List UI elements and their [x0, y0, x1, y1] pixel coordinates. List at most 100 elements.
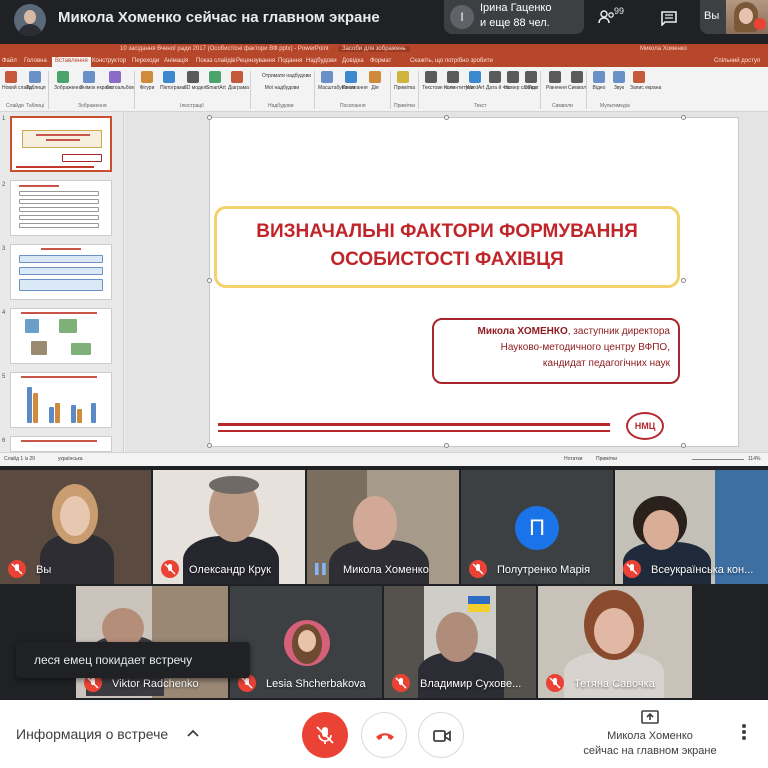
ribbon-slide-number[interactable]: Номер слайда [504, 71, 537, 93]
tab-slideshow[interactable]: Показ слайдів [196, 58, 235, 64]
participant-tile[interactable]: Всеукраїнська кон... [615, 470, 768, 584]
ribbon-3d-models[interactable]: 3D моделі [184, 71, 207, 93]
tab-file[interactable]: Файл [2, 58, 17, 64]
comments-button[interactable]: Примітки [596, 456, 617, 462]
ribbon-label: Колонтитули [444, 85, 474, 91]
ribbon-label: Дія [371, 85, 379, 91]
leave-call-button[interactable] [361, 712, 407, 758]
slide-author-box[interactable]: Микола ХОМЕНКО, заступник директора Наук… [432, 318, 680, 384]
self-preview-label: Вы [704, 10, 720, 22]
participant-tile[interactable]: Вы [0, 470, 151, 584]
presentation-status[interactable]: Микола Хоменко сейчас на главном экране [574, 710, 726, 760]
ribbon-object[interactable]: Об'єкт [522, 71, 540, 93]
ribbon-group-label: Надбудови [268, 103, 294, 109]
slide-thumbnail[interactable] [10, 180, 112, 236]
chat-button[interactable] [650, 4, 686, 32]
ppt-ribbon: Новий слайд Таблиця Зображення Знімок ек… [0, 67, 768, 112]
ribbon-group-label: Ілюстрації [180, 103, 204, 109]
ribbon-audio[interactable]: Звук [610, 71, 628, 93]
ribbon-table[interactable]: Таблиця [26, 71, 46, 93]
meeting-info-button[interactable]: Информация о встрече [16, 726, 168, 742]
ribbon-action[interactable]: Дія [366, 71, 384, 93]
ribbon-wordart[interactable]: WordArt [466, 71, 484, 93]
tab-review[interactable]: Рецензування [236, 58, 275, 64]
ribbon-pictures[interactable]: Зображення [54, 71, 83, 93]
people-count: 99 [614, 6, 625, 16]
ribbon-my-addins[interactable]: Мої надбудови [262, 83, 302, 105]
thumb-number: 4 [2, 310, 6, 316]
ribbon-label: Зображення [54, 85, 83, 91]
slide-thumbnail[interactable] [10, 244, 112, 300]
ribbon-label: Символ [568, 85, 587, 91]
cube-icon [187, 71, 199, 83]
tab-animations[interactable]: Анімація [164, 58, 188, 64]
camera-toggle-button[interactable] [418, 712, 464, 758]
ribbon-photo-album[interactable]: Фотоальбом [106, 71, 135, 93]
slide-thumbnail[interactable] [10, 116, 112, 172]
pi-icon [549, 71, 561, 83]
author-line2: Науково-методичного центру ВФПО, [500, 342, 670, 353]
slide-title-box[interactable]: ВИЗНАЧАЛЬНІ ФАКТОРИ ФОРМУВАННЯ ОСОБИСТОС… [214, 206, 680, 288]
ribbon-textbox[interactable]: Текстове поле [422, 71, 455, 93]
participant-name: Вы [36, 564, 52, 576]
tab-help[interactable]: Довідка [342, 58, 364, 64]
ribbon-shapes[interactable]: Фігури [138, 71, 156, 93]
ribbon-label: Масштабування [318, 85, 356, 91]
slide-thumbnails: 1 2 3 4 5 6 [0, 112, 124, 452]
tab-view[interactable]: Подання [278, 58, 302, 64]
ribbon-screen-recording[interactable]: Запис екрана [630, 71, 661, 93]
ribbon-date-time[interactable]: Дата й час [486, 71, 511, 93]
zoom-level[interactable]: 114% [748, 456, 760, 462]
participant-tile[interactable]: Lesia Shcherbakova [230, 586, 382, 698]
ribbon-comment[interactable]: Примітка [394, 71, 415, 93]
tab-format[interactable]: Формат [370, 58, 391, 64]
leave-notification-toast: леся емец покидает встречу [16, 642, 250, 678]
share-button[interactable]: Спільний доступ [714, 58, 760, 64]
participant-tile[interactable]: П Полутренко Марія [461, 470, 613, 584]
chevron-up-icon[interactable] [186, 726, 200, 740]
ribbon-header-footer[interactable]: Колонтитули [444, 71, 474, 93]
participant-tile[interactable]: Олександр Крук [153, 470, 305, 584]
mic-toggle-button[interactable] [302, 712, 348, 758]
zoom-slider[interactable] [692, 459, 744, 460]
ribbon-icons[interactable]: Піктограми [160, 71, 186, 93]
ribbon-equation[interactable]: Рівняння [546, 71, 567, 93]
ribbon-screenshot[interactable]: Знімок екрана [80, 71, 113, 93]
tab-transitions[interactable]: Переходи [132, 58, 159, 64]
ribbon-symbol[interactable]: Символ [568, 71, 586, 93]
notes-button[interactable]: Нотатки [564, 456, 582, 462]
ribbon-label: Піктограми [160, 85, 186, 91]
record-icon [633, 71, 645, 83]
people-button[interactable]: 99 [594, 4, 630, 32]
participant-name: Тетяна Савочка [574, 678, 655, 690]
ppt-status-bar: Слайд 1 із 29 українська Нотатки Примітк… [0, 452, 768, 466]
participant-chip-name: Ірина Гаценко [480, 2, 552, 14]
tab-home[interactable]: Головна [24, 58, 47, 64]
participant-name: Lesia Shcherbakova [266, 678, 366, 690]
participants-chip[interactable]: I Ірина Гаценко и еще 88 чел. [444, 0, 584, 34]
mic-off-icon [316, 726, 334, 744]
participant-name: Всеукраїнська кон... [651, 564, 754, 576]
camera-icon [433, 730, 451, 742]
self-preview-tile[interactable]: Вы [700, 0, 768, 34]
ribbon-chart[interactable]: Діаграма [228, 71, 249, 93]
participant-tile[interactable]: ▌▌ Микола Хоменко [307, 470, 459, 584]
ribbon-zoom[interactable]: Масштабування [318, 71, 356, 93]
ribbon-link[interactable]: Посилання [342, 71, 368, 93]
ribbon-smartart[interactable]: SmartArt [206, 71, 226, 93]
current-slide[interactable]: ВИЗНАЧАЛЬНІ ФАКТОРИ ФОРМУВАННЯ ОСОБИСТОС… [207, 115, 739, 448]
participant-tile[interactable]: Владимир Сухове... [384, 586, 536, 698]
slide-thumbnail[interactable] [10, 308, 112, 364]
more-options-button[interactable] [734, 722, 754, 746]
presenting-title: Микола Хоменко сейчас на главном экране [58, 9, 380, 26]
tell-me-box[interactable]: Скажіть, що потрібно зробити [410, 58, 493, 64]
participant-tile[interactable]: Тетяна Савочка [538, 586, 692, 698]
ribbon-new-slide[interactable]: Новий слайд [2, 71, 32, 93]
tab-insert[interactable]: Вставлення [52, 57, 91, 67]
language-indicator[interactable]: українська [58, 456, 83, 462]
slide-thumbnail[interactable] [10, 372, 112, 428]
slide-thumbnail[interactable] [10, 436, 112, 452]
ribbon-video[interactable]: Відео [590, 71, 608, 93]
tab-design[interactable]: Конструктор [92, 58, 126, 64]
tab-addins[interactable]: Надбудови [306, 58, 337, 64]
